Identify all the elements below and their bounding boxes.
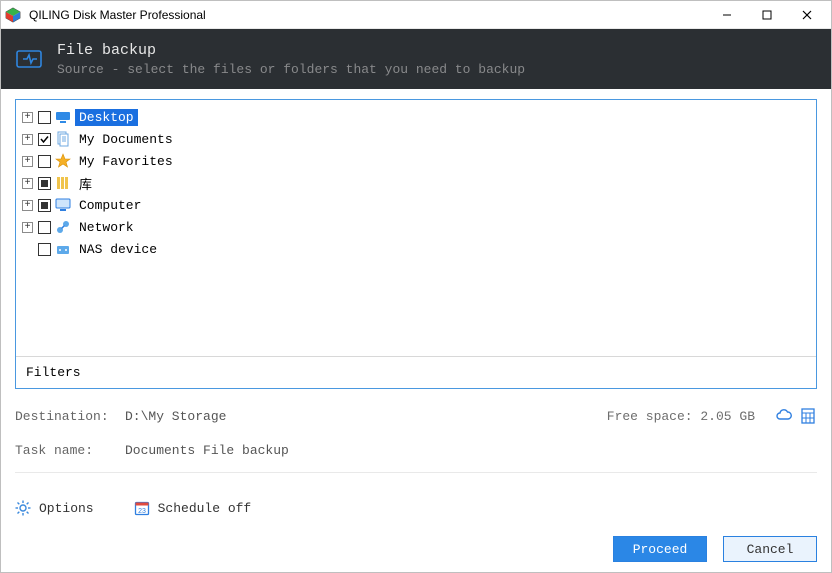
expand-icon[interactable]: + [22, 134, 33, 145]
library-icon [55, 175, 71, 191]
filters-link[interactable]: Filters [16, 356, 816, 388]
options-link[interactable]: Options [15, 500, 94, 516]
maximize-button[interactable] [747, 1, 787, 29]
minimize-button[interactable] [707, 1, 747, 29]
tree-item-label: Computer [75, 197, 145, 214]
tree-item-label: My Favorites [75, 153, 177, 170]
tree-item[interactable]: + Desktop [22, 106, 810, 128]
task-name-row: Task name: Documents File backup [15, 443, 817, 458]
free-space-label: Free space: 2.05 GB [607, 409, 755, 424]
window-title: QILING Disk Master Professional [29, 8, 206, 22]
documents-icon [55, 131, 71, 147]
checkbox[interactable] [38, 199, 51, 212]
options-row: Options 23 Schedule off [1, 488, 831, 528]
source-tree[interactable]: +Desktop+My Documents+My Favorites+库+Com… [16, 100, 816, 356]
open-cloud-icon[interactable] [775, 407, 793, 425]
calc-space-icon[interactable] [799, 407, 817, 425]
tree-item[interactable]: + Computer [22, 194, 810, 216]
checkbox[interactable] [38, 133, 51, 146]
options-label: Options [39, 501, 94, 516]
page-subtitle: Source - select the files or folders tha… [57, 62, 525, 77]
gear-icon [15, 500, 31, 516]
destination-value[interactable]: D:\My Storage [125, 409, 226, 424]
tree-item[interactable]: + My Favorites [22, 150, 810, 172]
task-name-value[interactable]: Documents File backup [125, 443, 289, 458]
checkbox[interactable] [38, 111, 51, 124]
computer-icon [55, 197, 71, 213]
file-backup-icon [15, 45, 43, 73]
page-header: File backup Source - select the files or… [1, 29, 831, 89]
svg-text:23: 23 [138, 508, 146, 515]
schedule-label: Schedule off [158, 501, 252, 516]
tree-item-label: Desktop [75, 109, 138, 126]
tree-item[interactable]: NAS device [22, 238, 810, 260]
nas-icon [55, 241, 71, 257]
proceed-button[interactable]: Proceed [613, 536, 707, 562]
checkbox[interactable] [38, 243, 51, 256]
expand-icon[interactable]: + [22, 112, 33, 123]
expand-icon[interactable]: + [22, 222, 33, 233]
tree-item-label: 库 [75, 173, 96, 194]
app-icon [5, 7, 21, 23]
destination-row: Destination: D:\My Storage Free space: 2… [15, 407, 817, 425]
tree-item-label: NAS device [75, 241, 161, 258]
star-icon [55, 153, 71, 169]
expand-icon [22, 244, 33, 255]
desktop-icon [55, 109, 71, 125]
titlebar: QILING Disk Master Professional [1, 1, 831, 29]
page-title: File backup [57, 42, 525, 59]
app-window: QILING Disk Master Professional File bac… [0, 0, 832, 573]
cancel-button[interactable]: Cancel [723, 536, 817, 562]
tree-item-label: Network [75, 219, 138, 236]
tree-item-label: My Documents [75, 131, 177, 148]
task-name-label: Task name: [15, 443, 125, 458]
source-tree-box: +Desktop+My Documents+My Favorites+库+Com… [15, 99, 817, 389]
destination-label: Destination: [15, 409, 125, 424]
checkbox[interactable] [38, 221, 51, 234]
footer: Proceed Cancel [1, 528, 831, 572]
schedule-link[interactable]: 23 Schedule off [134, 500, 252, 516]
expand-icon[interactable]: + [22, 156, 33, 167]
tree-item[interactable]: +库 [22, 172, 810, 194]
tree-item[interactable]: + My Documents [22, 128, 810, 150]
checkbox[interactable] [38, 155, 51, 168]
close-button[interactable] [787, 1, 827, 29]
checkbox[interactable] [38, 177, 51, 190]
separator [15, 472, 817, 473]
expand-icon[interactable]: + [22, 200, 33, 211]
tree-item[interactable]: + Network [22, 216, 810, 238]
network-icon [55, 219, 71, 235]
main-panel: +Desktop+My Documents+My Favorites+库+Com… [1, 89, 831, 488]
expand-icon[interactable]: + [22, 178, 33, 189]
calendar-icon: 23 [134, 500, 150, 516]
